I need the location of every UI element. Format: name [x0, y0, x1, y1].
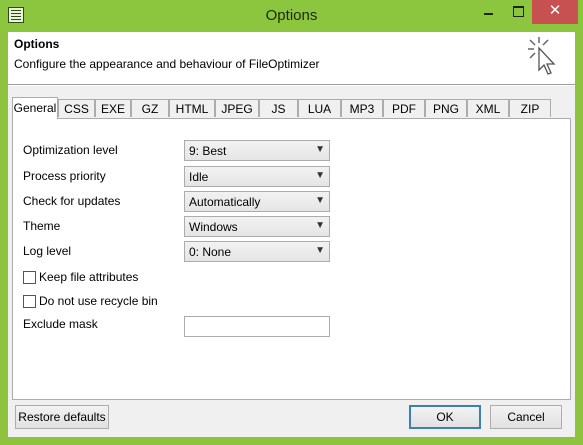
tab-gz[interactable]: GZ	[131, 99, 169, 117]
process-priority-select[interactable]: Idle ▼	[184, 166, 330, 187]
header-banner: Options Configure the appearance and beh…	[8, 32, 575, 85]
minimize-button[interactable]	[473, 0, 505, 24]
no-recycle-bin-checkbox[interactable]	[23, 295, 36, 308]
tab-xml[interactable]: XML	[467, 99, 509, 117]
log-level-value: 0: None	[189, 245, 232, 259]
general-tab-panel: Optimization level 9: Best ▼ Process pri…	[12, 118, 571, 400]
tab-jpeg[interactable]: JPEG	[215, 99, 259, 117]
no-recycle-bin-label[interactable]: Do not use recycle bin	[39, 294, 158, 308]
optimization-level-value: 9: Best	[189, 144, 227, 158]
keep-attributes-label[interactable]: Keep file attributes	[39, 270, 138, 284]
chevron-down-icon: ▼	[315, 195, 325, 206]
optimization-level-select[interactable]: 9: Best ▼	[184, 140, 330, 161]
check-updates-value: Automatically	[189, 195, 261, 209]
chevron-down-icon: ▼	[315, 245, 325, 256]
keep-attributes-checkbox[interactable]	[23, 271, 36, 284]
tab-css[interactable]: CSS	[58, 99, 95, 117]
exclude-mask-input[interactable]	[184, 316, 330, 337]
process-priority-value: Idle	[189, 170, 209, 184]
theme-select[interactable]: Windows ▼	[184, 216, 330, 237]
tab-strip: General CSS EXE GZ HTML JPEG JS LUA MP3 …	[12, 97, 572, 119]
exclude-mask-label: Exclude mask	[23, 317, 98, 331]
chevron-down-icon: ▼	[315, 144, 325, 155]
tab-html[interactable]: HTML	[169, 99, 215, 117]
tab-js[interactable]: JS	[259, 99, 298, 117]
restore-defaults-button[interactable]: Restore defaults	[15, 405, 109, 429]
close-icon: ✕	[548, 2, 562, 19]
optimization-level-label: Optimization level	[23, 143, 118, 157]
check-updates-label: Check for updates	[23, 194, 121, 208]
check-updates-select[interactable]: Automatically ▼	[184, 191, 330, 212]
tab-zip[interactable]: ZIP	[509, 99, 551, 117]
tab-lua[interactable]: LUA	[298, 99, 341, 117]
close-button[interactable]: ✕	[532, 0, 578, 24]
tab-exe[interactable]: EXE	[95, 99, 131, 117]
process-priority-label: Process priority	[23, 169, 106, 183]
tab-general[interactable]: General	[12, 97, 58, 119]
title-bar: Options ✕	[0, 0, 583, 32]
log-level-select[interactable]: 0: None ▼	[184, 241, 330, 262]
tab-png[interactable]: PNG	[425, 99, 467, 117]
header-separator	[8, 85, 575, 86]
cancel-button[interactable]: Cancel	[490, 405, 562, 429]
tab-pdf[interactable]: PDF	[383, 99, 425, 117]
ok-button[interactable]: OK	[409, 405, 481, 429]
tab-mp3[interactable]: MP3	[341, 99, 383, 117]
theme-label: Theme	[23, 219, 61, 233]
header-title: Options	[14, 37, 60, 51]
dialog-client: Options Configure the appearance and beh…	[8, 32, 575, 437]
chevron-down-icon: ▼	[315, 170, 325, 181]
maximize-button[interactable]	[503, 0, 535, 24]
theme-value: Windows	[189, 220, 238, 234]
chevron-down-icon: ▼	[315, 220, 325, 231]
header-description: Configure the appearance and behaviour o…	[14, 57, 320, 71]
log-level-label: Log level	[23, 244, 72, 258]
cursor-click-icon	[528, 37, 556, 75]
